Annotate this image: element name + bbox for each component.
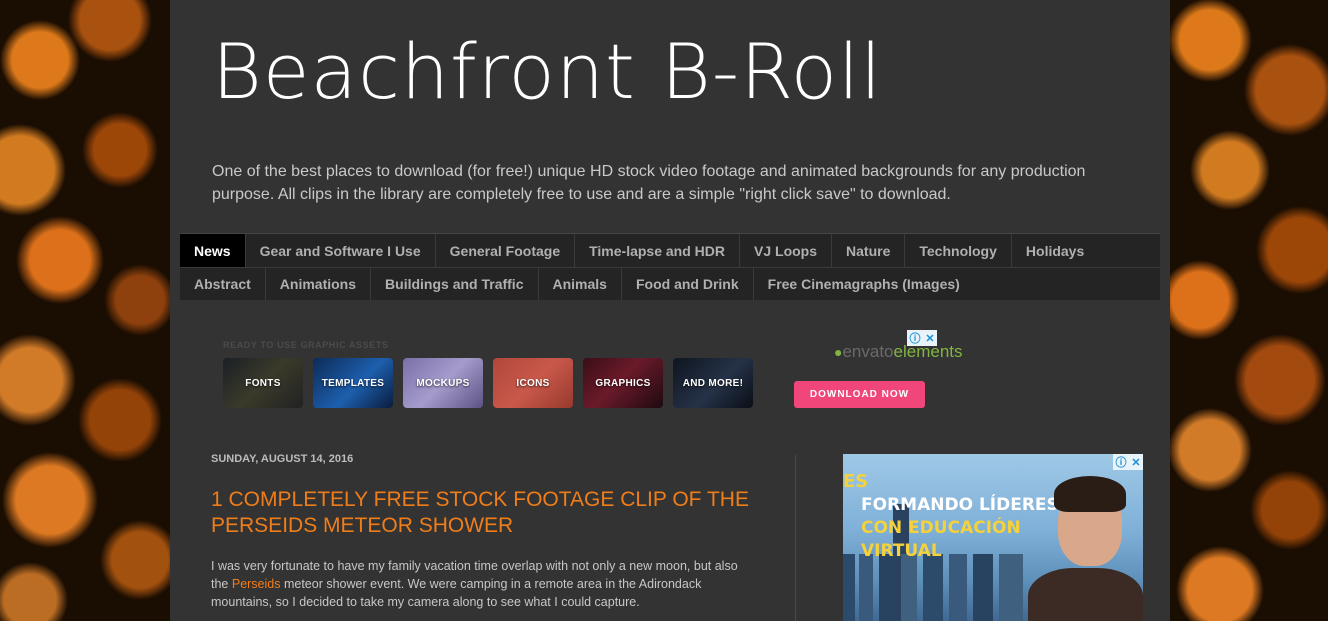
side-ad-choices-icon[interactable]: ⓘ ✕ — [1113, 454, 1143, 470]
ad-choices-icon[interactable]: ⓘ ✕ — [907, 330, 937, 346]
person-body — [1028, 568, 1143, 621]
nav-item-abstract[interactable]: Abstract — [180, 268, 266, 300]
ad-tile-templates[interactable]: TEMPLATES — [313, 358, 393, 408]
person-hair — [1054, 476, 1126, 512]
site-title[interactable]: Beachfront B-Roll — [212, 34, 882, 110]
nav-item-general-footage[interactable]: General Footage — [436, 234, 576, 267]
envato-logo-text: envato — [842, 342, 894, 361]
nav-item-animals[interactable]: Animals — [539, 268, 622, 300]
nav-item-food[interactable]: Food and Drink — [622, 268, 754, 300]
nav-item-buildings[interactable]: Buildings and Traffic — [371, 268, 539, 300]
side-info-icon: ⓘ — [1115, 457, 1127, 469]
blog-post: SUNDAY, AUGUST 14, 2016 1 Completely Fre… — [211, 453, 751, 611]
main-nav: News Gear and Software I Use General Foo… — [180, 233, 1160, 300]
ad-tile-and-more[interactable]: AND MORE! — [673, 358, 753, 408]
ad-tiles: FONTS TEMPLATES MOCKUPS ICONS GRAPHICS A… — [223, 358, 753, 408]
ad-label: READY TO USE GRAPHIC ASSETS — [223, 340, 389, 350]
nav-item-gear[interactable]: Gear and Software I Use — [246, 234, 436, 267]
nav-item-news[interactable]: News — [180, 234, 246, 267]
sidebar-divider — [795, 455, 796, 621]
nav-row-1: News Gear and Software I Use General Foo… — [180, 234, 1160, 267]
nav-item-vj-loops[interactable]: VJ Loops — [740, 234, 833, 267]
ad-tile-mockups[interactable]: MOCKUPS — [403, 358, 483, 408]
perseids-link[interactable]: Perseids — [232, 577, 281, 591]
nav-row-2: Abstract Animations Buildings and Traffi… — [180, 267, 1160, 300]
nav-item-holidays[interactable]: Holidays — [1012, 234, 1098, 267]
close-icon: ✕ — [925, 332, 935, 345]
post-body-text-2: meteor shower event. We were camping in … — [211, 577, 702, 609]
side-close-icon: ✕ — [1131, 456, 1141, 469]
nav-item-nature[interactable]: Nature — [832, 234, 906, 267]
info-icon: ⓘ — [909, 333, 921, 345]
post-date: SUNDAY, AUGUST 14, 2016 — [211, 453, 354, 465]
ad-text-prefix: ES — [843, 471, 869, 492]
ad-person-image — [1028, 476, 1143, 621]
post-title[interactable]: 1 Completely Free Stock Footage Clip of … — [211, 487, 751, 539]
ad-tile-fonts[interactable]: FONTS — [223, 358, 303, 408]
post-body: I was very fortunate to have my family v… — [211, 557, 751, 611]
envato-elements-logo: ●envatoelements — [834, 342, 963, 362]
nav-item-technology[interactable]: Technology — [905, 234, 1012, 267]
ad-city-image — [843, 554, 1023, 621]
nav-item-cinemagraphs[interactable]: Free Cinemagraphs (Images) — [754, 268, 974, 300]
download-now-button[interactable]: DOWNLOAD NOW — [794, 381, 925, 408]
envato-ad-banner[interactable]: READY TO USE GRAPHIC ASSETS FONTS TEMPLA… — [222, 330, 963, 418]
ad-tile-icons[interactable]: ICONS — [493, 358, 573, 408]
page-container: Beachfront B-Roll One of the best places… — [170, 0, 1170, 621]
nav-item-timelapse[interactable]: Time-lapse and HDR — [575, 234, 740, 267]
site-description: One of the best places to download (for … — [212, 163, 1086, 203]
sidebar-ad[interactable]: ES FORMANDO LÍDERES CON EDUCACIÓN VIRTUA… — [843, 454, 1143, 621]
ad-tile-graphics[interactable]: GRAPHICS — [583, 358, 663, 408]
nav-item-animations[interactable]: Animations — [266, 268, 372, 300]
